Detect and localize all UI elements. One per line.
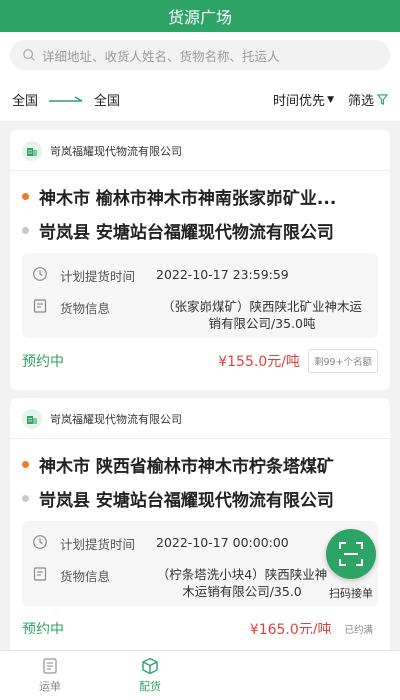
destination-address: 岢岚县 安塘站台福耀现代物流有限公司 <box>39 490 334 511</box>
goods-row: 货物信息 （柠条塔洗小块4）陕西陕业神木运销有限公司/35.0 <box>32 559 368 600</box>
page-title: 货源广场 <box>167 8 232 27</box>
quota-tag: 剩99+个名额 <box>307 349 378 373</box>
document-icon <box>33 299 47 313</box>
tab-waybill[interactable]: 运单 <box>0 651 100 700</box>
tab-dispatch[interactable]: 配货 <box>100 651 200 700</box>
destination-row: 岢岚县 安塘站台福耀现代物流有限公司 <box>22 481 378 515</box>
route-selector[interactable]: 全国 全国 <box>12 90 120 109</box>
company-name: 岢岚福耀现代物流有限公司 <box>50 145 182 158</box>
destination-dot <box>22 226 29 234</box>
funnel-icon <box>377 94 388 105</box>
goods-label: 货物信息 <box>60 301 111 316</box>
waybill-icon <box>43 658 57 674</box>
caret-down-icon: ▼ <box>327 94 334 105</box>
scan-label: 扫码接单 <box>329 587 373 600</box>
destination-row: 岢岚县 安塘站台福耀现代物流有限公司 <box>22 213 378 247</box>
page-header: 货源广场 <box>0 0 400 32</box>
company-name: 岢岚福耀现代物流有限公司 <box>50 413 182 426</box>
origin-row: 神木市 榆林市神木市神南张家峁矿业... <box>22 179 378 213</box>
company-row: 岢岚福耀现代物流有限公司 <box>22 408 378 430</box>
status-badge: 预约中 <box>22 354 64 370</box>
filter-bar: 全国 全国 时间优先 ▼ 筛选 <box>0 78 400 122</box>
divider <box>10 438 390 439</box>
info-box: 计划提货时间 2022-10-17 23:59:59 货物信息 （张家峁煤矿）陕… <box>22 253 378 338</box>
price: ¥155.0元/吨 <box>218 354 300 370</box>
company-icon <box>22 141 42 161</box>
origin-address: 神木市 榆林市神木市神南张家峁矿业... <box>39 188 337 209</box>
clock-icon <box>33 267 47 281</box>
pickup-time: 2022-10-17 23:59:59 <box>156 267 289 282</box>
goods-label: 货物信息 <box>60 569 111 584</box>
tab-dispatch-label: 配货 <box>139 680 161 693</box>
cargo-card[interactable]: 岢岚福耀现代物流有限公司 神木市 榆林市神木市神南张家峁矿业... 岢岚县 安塘… <box>10 130 390 390</box>
scan-circle[interactable] <box>326 529 376 579</box>
pickup-row: 计划提货时间 2022-10-17 23:59:59 <box>32 259 368 291</box>
filter-label: 筛选 <box>347 94 374 109</box>
search-icon <box>23 49 35 61</box>
divider <box>10 170 390 171</box>
filter-button[interactable]: 筛选 <box>348 90 388 109</box>
card-footer: 预约中 ¥155.0元/吨 剩99+个名额 <box>22 342 378 380</box>
goods-row: 货物信息 （张家峁煤矿）陕西陕北矿业神木运销有限公司/35.0吨 <box>32 291 368 332</box>
tab-waybill-label: 运单 <box>39 680 61 693</box>
scan-order-button[interactable]: 扫码接单 <box>324 529 378 601</box>
origin-dot <box>22 192 29 200</box>
goods-info: （张家峁煤矿）陕西陕北矿业神木运销有限公司/35.0吨 <box>161 299 362 331</box>
pickup-row: 计划提货时间 2022-10-17 00:00:00 <box>32 527 368 559</box>
origin-address: 神木市 陕西省榆林市神木市柠条塔煤矿 <box>39 456 334 477</box>
search-placeholder: 详细地址、收货人姓名、货物名称、托运人 <box>42 48 280 64</box>
scan-icon <box>339 542 363 566</box>
destination-address: 岢岚县 安塘站台福耀现代物流有限公司 <box>39 222 334 243</box>
sort-dropdown[interactable]: 时间优先 ▼ <box>273 90 334 109</box>
box-icon <box>142 657 158 675</box>
company-row: 岢岚福耀现代物流有限公司 <box>22 140 378 162</box>
origin-row: 神木市 陕西省榆林市神木市柠条塔煤矿 <box>22 447 378 481</box>
clock-icon <box>33 535 47 549</box>
sort-label: 时间优先 <box>273 94 326 109</box>
route-arrow-icon <box>49 95 83 102</box>
company-icon <box>22 409 42 429</box>
tab-bar: 运单 配货 <box>0 650 400 700</box>
cargo-card[interactable]: 岢岚福耀现代物流有限公司 神木市 陕西省榆林市神木市柠条塔煤矿 岢岚县 安塘站台… <box>10 398 390 658</box>
pickup-label: 计划提货时间 <box>60 269 136 284</box>
route-from[interactable]: 全国 <box>12 90 38 109</box>
search-input[interactable]: 详细地址、收货人姓名、货物名称、托运人 <box>10 40 390 70</box>
document-icon <box>33 567 47 581</box>
search-bar: 详细地址、收货人姓名、货物名称、托运人 <box>0 32 400 78</box>
destination-dot <box>22 494 29 502</box>
route-to[interactable]: 全国 <box>94 90 120 109</box>
origin-dot <box>22 460 29 468</box>
pickup-label: 计划提货时间 <box>60 537 136 552</box>
